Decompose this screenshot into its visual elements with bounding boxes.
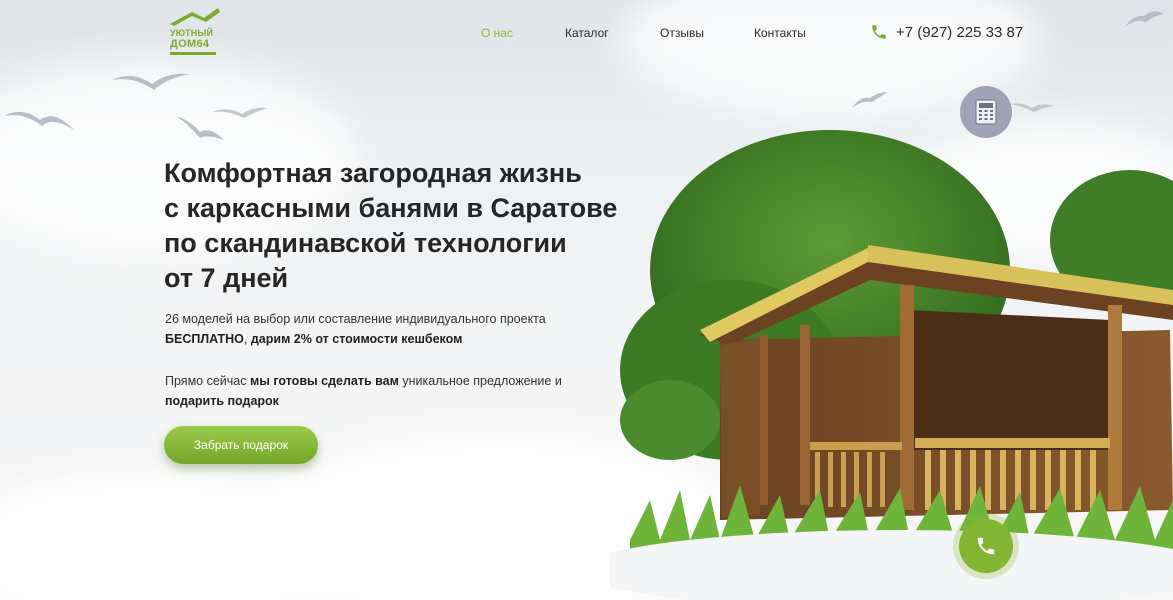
- text: Прямо сейчас: [165, 374, 250, 388]
- nav-item-catalog[interactable]: Каталог: [565, 26, 609, 40]
- callback-button[interactable]: [959, 519, 1013, 573]
- calculator-icon: [975, 99, 997, 125]
- text-bold: мы готовы сделать вам: [249, 374, 399, 388]
- get-gift-button[interactable]: Забрать подарок: [164, 426, 318, 464]
- bird-decoration: [1010, 103, 1054, 112]
- hero-title-line: Комфортная загородная жизнь: [164, 158, 582, 188]
- nav-item-about[interactable]: О нас: [481, 26, 513, 40]
- text-bold: БЕСПЛАТНО: [165, 332, 244, 346]
- logo-line1: УЮТНЫЙ: [170, 28, 214, 38]
- logo-line2: ДОМ64: [170, 38, 210, 50]
- hero-description: 26 моделей на выбор или составление инди…: [165, 309, 585, 349]
- header-phone[interactable]: +7 (927) 225 33 87: [870, 23, 1023, 41]
- hero-title: Комфортная загородная жизнь с каркасными…: [164, 156, 684, 296]
- hero-title-line: от 7 дней: [164, 263, 289, 293]
- bird-decoration: [112, 73, 190, 90]
- calculator-button[interactable]: [960, 86, 1012, 138]
- logo[interactable]: УЮТНЫЙ ДОМ64: [168, 6, 220, 56]
- phone-number: +7 (927) 225 33 87: [896, 23, 1024, 41]
- nav-item-contacts[interactable]: Контакты: [754, 26, 806, 40]
- text-bold: подарить подарок: [165, 394, 279, 408]
- phone-icon: [977, 537, 995, 555]
- bird-decoration: [4, 111, 74, 130]
- bird-decoration: [1124, 11, 1164, 28]
- text: 26 моделей на выбор или составление инди…: [165, 312, 546, 326]
- hero-title-line: по скандинавской технологии: [164, 228, 567, 258]
- bird-decoration: [212, 107, 268, 118]
- hero-title-line: с каркасными банями в Саратове: [164, 193, 618, 223]
- bird-decoration: [852, 92, 888, 108]
- phone-icon: [872, 25, 886, 39]
- logo-underline: [170, 52, 216, 55]
- text: ,: [243, 332, 251, 346]
- text: уникальное предложение и: [398, 374, 562, 388]
- nav-item-reviews[interactable]: Отзывы: [660, 26, 704, 40]
- hero-offer: Прямо сейчас мы готовы сделать вам уника…: [165, 371, 585, 411]
- text-bold: дарим 2% от стоимости кешбеком: [250, 332, 463, 346]
- house-illustration: [610, 130, 1173, 600]
- roof-icon: [170, 8, 220, 26]
